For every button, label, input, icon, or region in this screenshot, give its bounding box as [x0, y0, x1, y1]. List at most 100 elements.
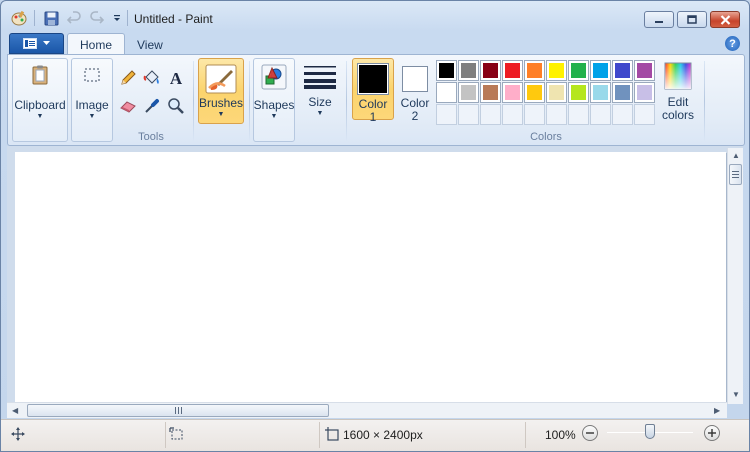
eraser-icon[interactable] — [117, 95, 139, 117]
minimize-button[interactable] — [644, 11, 674, 28]
palette-swatch[interactable] — [612, 82, 633, 103]
palette-swatch-empty[interactable] — [590, 104, 611, 125]
vertical-scroll-thumb[interactable] — [729, 164, 742, 185]
chevron-down-icon: ▼ — [217, 111, 225, 118]
plus-icon — [708, 429, 716, 437]
palette-swatch[interactable] — [524, 82, 545, 103]
palette-swatch[interactable] — [590, 82, 611, 103]
size-label: Size — [308, 95, 332, 109]
shapes-icon — [260, 63, 288, 91]
palette-swatch-empty[interactable] — [480, 104, 501, 125]
zoom-out-button[interactable] — [582, 425, 598, 441]
palette-swatch[interactable] — [502, 60, 523, 81]
help-icon[interactable]: ? — [725, 36, 740, 51]
palette-swatch[interactable] — [634, 60, 655, 81]
shapes-button[interactable]: Shapes ▼ — [253, 58, 295, 142]
palette-swatch-empty[interactable] — [568, 104, 589, 125]
palette-swatch[interactable] — [458, 82, 479, 103]
palette-swatch[interactable] — [634, 82, 655, 103]
palette-swatch[interactable] — [546, 82, 567, 103]
palette-swatch[interactable] — [480, 82, 501, 103]
palette-swatch-empty[interactable] — [546, 104, 567, 125]
paint-app-icon[interactable] — [11, 10, 27, 26]
chevron-down-icon: ▼ — [316, 110, 324, 117]
palette-swatch[interactable] — [568, 82, 589, 103]
undo-icon[interactable] — [66, 10, 82, 26]
shapes-label: Shapes — [253, 98, 295, 112]
palette-swatch[interactable] — [502, 82, 523, 103]
palette-swatch-empty[interactable] — [502, 104, 523, 125]
group-separator — [249, 61, 250, 141]
status-separator — [165, 422, 166, 448]
image-button[interactable]: Image ▼ — [71, 58, 113, 142]
scroll-left-icon[interactable]: ◀ — [12, 406, 18, 415]
cursor-position-icon — [11, 427, 25, 444]
qat-separator — [127, 10, 128, 26]
group-separator — [704, 61, 705, 141]
palette-swatch-empty[interactable] — [524, 104, 545, 125]
scroll-down-icon[interactable]: ▼ — [732, 390, 740, 399]
vertical-scrollbar[interactable]: ▲ ▼ — [727, 148, 743, 404]
palette-swatch[interactable] — [524, 60, 545, 81]
zoom-in-button[interactable] — [704, 425, 720, 441]
text-icon[interactable]: A — [165, 67, 187, 89]
palette-swatch[interactable] — [458, 60, 479, 81]
window-title: Untitled - Paint — [134, 12, 213, 26]
ribbon-panel: Clipboard ▼ Image ▼ A Tools Brushes ▼ Sh… — [7, 54, 745, 146]
title-bar: Untitled - Paint — [1, 1, 749, 32]
tab-view[interactable]: View — [125, 33, 175, 56]
palette-swatch[interactable] — [568, 60, 589, 81]
palette-swatch[interactable] — [480, 60, 501, 81]
save-icon[interactable] — [43, 10, 59, 26]
customize-dropdown-icon[interactable] — [109, 10, 125, 26]
brushes-button[interactable]: Brushes ▼ — [198, 58, 244, 124]
grip-icon — [174, 407, 182, 414]
tools-group-label: Tools — [138, 131, 164, 143]
pencil-icon[interactable] — [117, 67, 139, 89]
chevron-down-icon — [43, 41, 50, 45]
grip-icon — [732, 171, 739, 178]
minimize-icon — [655, 20, 663, 23]
horizontal-scrollbar[interactable]: ◀ ▶ — [7, 402, 727, 418]
scroll-right-icon[interactable]: ▶ — [714, 406, 720, 415]
ribbon-tabs: Home View ? — [1, 32, 749, 56]
image-label: Image — [75, 98, 109, 112]
palette-swatch[interactable] — [436, 60, 457, 81]
maximize-icon — [687, 15, 697, 24]
selection-size-icon — [169, 427, 184, 444]
rainbow-icon — [664, 62, 692, 90]
color1-button[interactable]: Color 1 — [352, 58, 394, 124]
magnifier-icon[interactable] — [165, 95, 187, 117]
brushes-label: Brushes — [198, 96, 244, 110]
close-button[interactable] — [710, 11, 740, 28]
zoom-level: 100% — [545, 428, 576, 442]
redo-icon[interactable] — [88, 10, 104, 26]
palette-swatch-empty[interactable] — [634, 104, 655, 125]
size-button[interactable]: Size ▼ — [300, 58, 340, 124]
drawing-canvas[interactable] — [15, 152, 726, 404]
close-icon — [720, 14, 730, 25]
group-separator — [346, 61, 347, 141]
palette-swatch[interactable] — [546, 60, 567, 81]
fill-bucket-icon[interactable] — [141, 67, 163, 89]
palette-swatch[interactable] — [590, 60, 611, 81]
color-picker-icon[interactable] — [141, 95, 163, 117]
palette-swatch[interactable] — [612, 60, 633, 81]
paint-menu-button[interactable] — [9, 33, 64, 54]
scroll-up-icon[interactable]: ▲ — [732, 151, 740, 160]
tab-home[interactable]: Home — [67, 33, 126, 56]
zoom-slider-thumb[interactable] — [645, 424, 655, 439]
palette-swatch-empty[interactable] — [436, 104, 457, 125]
svg-text:A: A — [170, 69, 183, 87]
color2-button[interactable]: Color 2 — [394, 58, 436, 123]
edit-colors-button[interactable]: Edit colors — [658, 58, 698, 126]
paint-menu-icon — [23, 38, 37, 49]
clipboard-button[interactable]: Clipboard ▼ — [12, 58, 68, 142]
maximize-button[interactable] — [677, 11, 707, 28]
palette-swatch-empty[interactable] — [612, 104, 633, 125]
clipboard-label: Clipboard — [14, 98, 66, 112]
palette-swatch-empty[interactable] — [458, 104, 479, 125]
horizontal-scroll-thumb[interactable] — [27, 404, 329, 417]
palette-swatch[interactable] — [436, 82, 457, 103]
paint-window: Untitled - Paint Home View ? Clipboard ▼ — [0, 0, 750, 452]
